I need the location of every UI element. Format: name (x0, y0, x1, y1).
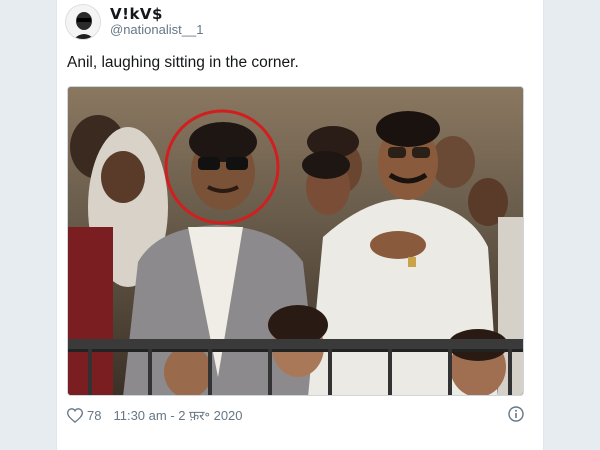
user-names: V!kV$ @nationalist__1 (110, 5, 203, 38)
avatar-image (66, 5, 100, 39)
photo-image (68, 87, 523, 395)
info-button[interactable] (508, 406, 524, 425)
info-icon (508, 406, 524, 422)
timestamp[interactable]: 11:30 am - 2 फ़र॰ 2020 (113, 406, 242, 424)
like-button[interactable]: 78 (67, 408, 101, 423)
user-handle[interactable]: @nationalist__1 (110, 22, 203, 38)
tweet-header: V!kV$ @nationalist__1 (65, 4, 203, 40)
avatar[interactable] (65, 4, 101, 40)
tweet-card: V!kV$ @nationalist__1 Anil, laughing sit… (56, 0, 544, 450)
tweet-text: Anil, laughing sitting in the corner. (67, 54, 299, 71)
like-count: 78 (87, 407, 102, 423)
heart-icon (67, 407, 83, 423)
tweet-footer: 78 11:30 am - 2 फ़र॰ 2020 (67, 404, 524, 426)
tweet-photo[interactable] (67, 86, 524, 396)
display-name[interactable]: V!kV$ (110, 5, 203, 23)
